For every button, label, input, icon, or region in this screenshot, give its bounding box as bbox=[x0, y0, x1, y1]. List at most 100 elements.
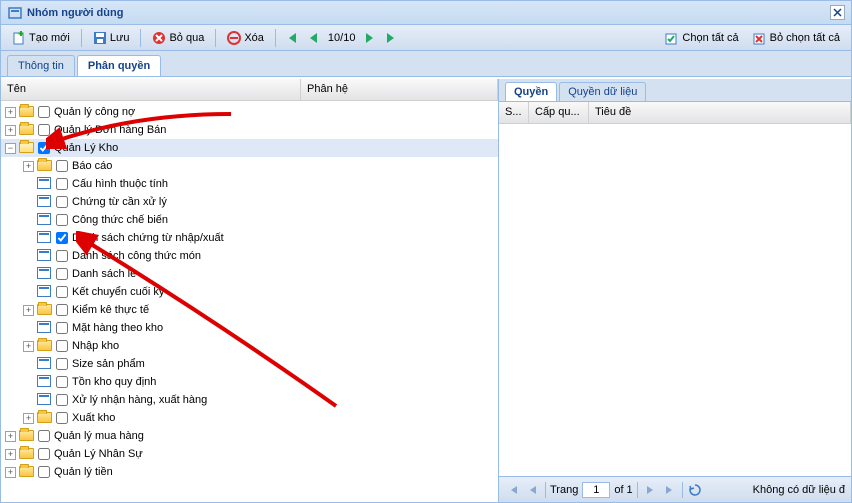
toolbar: Tạo mới Lưu Bỏ qua Xóa 10/10 Chọn tất c bbox=[1, 25, 851, 51]
right-tabs: Quyền Quyền dữ liệu bbox=[499, 79, 851, 102]
tree-node[interactable]: +Xuất kho bbox=[1, 409, 498, 427]
nav-first-button[interactable] bbox=[284, 30, 300, 46]
node-checkbox[interactable] bbox=[56, 376, 68, 388]
pager-page-input[interactable] bbox=[582, 482, 610, 498]
node-checkbox[interactable] bbox=[56, 394, 68, 406]
tree-node[interactable]: +Nhập kho bbox=[1, 337, 498, 355]
node-checkbox[interactable] bbox=[38, 466, 50, 478]
nav-prev-button[interactable] bbox=[306, 30, 322, 46]
node-label: Báo cáo bbox=[72, 160, 112, 172]
tab-info[interactable]: Thông tin bbox=[7, 55, 75, 76]
node-checkbox[interactable] bbox=[56, 358, 68, 370]
cancel-button[interactable]: Bỏ qua bbox=[145, 28, 211, 48]
node-checkbox[interactable] bbox=[56, 322, 68, 334]
right-grid-body bbox=[499, 124, 851, 476]
expand-toggle[interactable]: + bbox=[5, 125, 16, 136]
node-label: Quản Lý Kho bbox=[54, 142, 118, 154]
rtab-data-permission[interactable]: Quyền dữ liệu bbox=[559, 82, 646, 101]
node-checkbox[interactable] bbox=[56, 304, 68, 316]
node-checkbox[interactable] bbox=[56, 232, 68, 244]
nav-counter: 10/10 bbox=[328, 32, 356, 44]
app-icon bbox=[7, 5, 23, 21]
save-button[interactable]: Lưu bbox=[86, 28, 137, 48]
expand-toggle[interactable]: + bbox=[5, 431, 16, 442]
tab-permissions[interactable]: Phân quyền bbox=[77, 55, 161, 76]
expand-toggle[interactable]: + bbox=[23, 413, 34, 424]
tree-node[interactable]: Chứng từ cần xử lý bbox=[1, 193, 498, 211]
node-label: Quản lý công nợ bbox=[54, 106, 135, 118]
new-button[interactable]: Tạo mới bbox=[5, 28, 77, 48]
collapse-toggle[interactable]: − bbox=[5, 143, 16, 154]
expand-toggle[interactable]: + bbox=[23, 341, 34, 352]
node-checkbox[interactable] bbox=[56, 160, 68, 172]
tree-node[interactable]: Danh sách công thức món bbox=[1, 247, 498, 265]
folder-open-icon bbox=[19, 141, 35, 155]
tree-node[interactable]: Danh sách chứng từ nhập/xuất bbox=[1, 229, 498, 247]
node-checkbox[interactable] bbox=[56, 286, 68, 298]
pager-prev[interactable] bbox=[525, 482, 541, 498]
node-checkbox[interactable] bbox=[38, 124, 50, 136]
rcol-3[interactable]: Tiêu đề bbox=[589, 102, 851, 123]
form-icon bbox=[37, 231, 53, 245]
close-button[interactable] bbox=[830, 5, 845, 20]
tree-node[interactable]: Cấu hình thuộc tính bbox=[1, 175, 498, 193]
tree-node[interactable]: Danh sách lề bbox=[1, 265, 498, 283]
tree-node[interactable]: Xử lý nhận hàng, xuất hàng bbox=[1, 391, 498, 409]
tree-node[interactable]: + Kiểm kê thực tế bbox=[1, 301, 498, 319]
tree-node[interactable]: Size sản phẩm bbox=[1, 355, 498, 373]
node-checkbox[interactable] bbox=[56, 250, 68, 262]
node-checkbox[interactable] bbox=[56, 340, 68, 352]
node-checkbox[interactable] bbox=[38, 142, 50, 154]
uncheck-icon bbox=[753, 31, 767, 45]
node-checkbox[interactable] bbox=[56, 214, 68, 226]
node-checkbox[interactable] bbox=[56, 178, 68, 190]
cancel-label: Bỏ qua bbox=[169, 32, 204, 44]
tree-node[interactable]: Tồn kho quy định bbox=[1, 373, 498, 391]
tree-node[interactable]: Công thức chế biến bbox=[1, 211, 498, 229]
tree-node[interactable]: +Quản Lý Nhân Sự bbox=[1, 445, 498, 463]
window-title: Nhóm người dùng bbox=[27, 7, 123, 19]
rtab-permission[interactable]: Quyền bbox=[505, 82, 557, 101]
folder-icon bbox=[37, 303, 53, 317]
tree-node[interactable]: +Quản lý tiền bbox=[1, 463, 498, 481]
nav-next-button[interactable] bbox=[361, 30, 377, 46]
nav-last-button[interactable] bbox=[383, 30, 399, 46]
delete-button[interactable]: Xóa bbox=[220, 28, 271, 48]
expand-toggle[interactable]: + bbox=[23, 161, 34, 172]
pager-refresh[interactable] bbox=[687, 482, 703, 498]
node-label: Xử lý nhận hàng, xuất hàng bbox=[72, 394, 207, 406]
tree-node[interactable]: Kết chuyển cuối kỳ bbox=[1, 283, 498, 301]
col-name[interactable]: Tên bbox=[1, 79, 301, 100]
tree-node-selected[interactable]: − Quản Lý Kho bbox=[1, 139, 498, 157]
save-icon bbox=[93, 31, 107, 45]
tree-node[interactable]: + Quản lý công nợ bbox=[1, 103, 498, 121]
node-checkbox[interactable] bbox=[56, 196, 68, 208]
titlebar: Nhóm người dùng bbox=[1, 1, 851, 25]
expand-toggle[interactable]: + bbox=[5, 107, 16, 118]
pager-page-label: Trang bbox=[550, 484, 578, 496]
node-checkbox[interactable] bbox=[38, 430, 50, 442]
node-checkbox[interactable] bbox=[38, 106, 50, 118]
rcol-2[interactable]: Cấp qu... bbox=[529, 102, 589, 123]
node-label: Kiểm kê thực tế bbox=[72, 304, 149, 316]
tree-node[interactable]: Mặt hàng theo kho bbox=[1, 319, 498, 337]
tree-node[interactable]: +Quản lý mua hàng bbox=[1, 427, 498, 445]
tree-node[interactable]: + Báo cáo bbox=[1, 157, 498, 175]
pager-last[interactable] bbox=[662, 482, 678, 498]
pager-next[interactable] bbox=[642, 482, 658, 498]
expand-toggle[interactable]: + bbox=[5, 449, 16, 460]
col-module[interactable]: Phân hệ bbox=[301, 79, 498, 100]
node-checkbox[interactable] bbox=[56, 412, 68, 424]
node-label: Tồn kho quy định bbox=[72, 376, 156, 388]
expand-toggle[interactable]: + bbox=[23, 305, 34, 316]
node-checkbox[interactable] bbox=[38, 448, 50, 460]
main-tabs: Thông tin Phân quyền bbox=[1, 51, 851, 77]
expand-toggle[interactable]: + bbox=[5, 467, 16, 478]
rcol-1[interactable]: S... bbox=[499, 102, 529, 123]
tree-node[interactable]: +Quản lý Đơn hàng Bán bbox=[1, 121, 498, 139]
select-all-button[interactable]: Chọn tất cả bbox=[658, 28, 745, 48]
deselect-all-button[interactable]: Bỏ chọn tất cả bbox=[746, 28, 847, 48]
pager-first[interactable] bbox=[505, 482, 521, 498]
node-checkbox[interactable] bbox=[56, 268, 68, 280]
tree-container[interactable]: + Quản lý công nợ +Quản lý Đơn hàng Bán −… bbox=[1, 101, 498, 502]
